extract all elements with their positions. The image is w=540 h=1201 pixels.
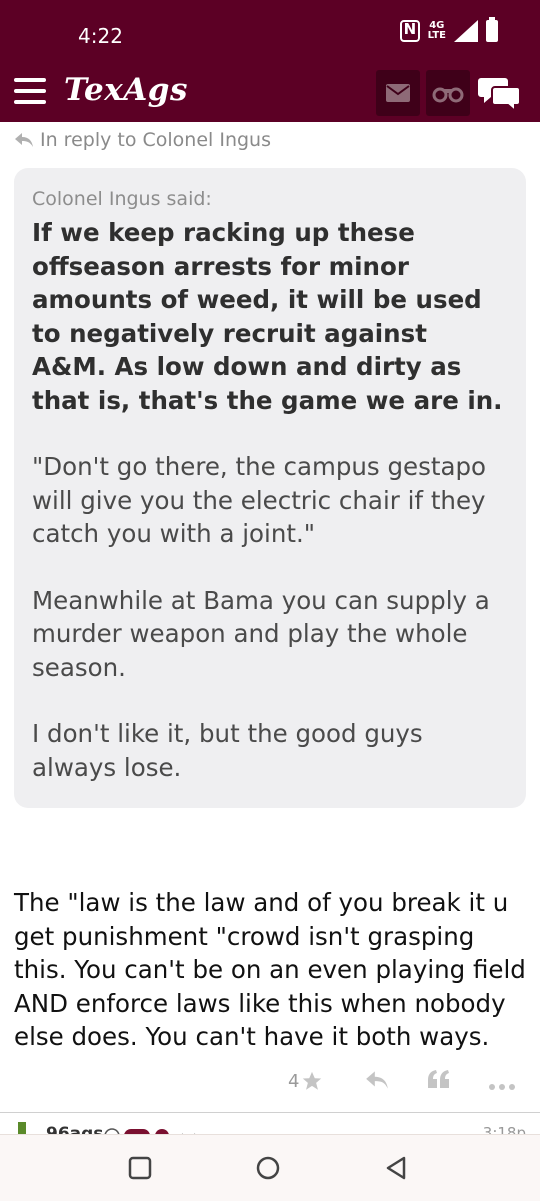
quote-bold-text: If we keep racking up these offseason ar…	[32, 218, 503, 415]
network-bottom-label: LTE	[427, 30, 446, 41]
network-label: 4G LTE	[428, 21, 446, 41]
quote-paragraph: "Don't go there, the campus gestapo will…	[32, 452, 487, 548]
mail-icon	[386, 84, 410, 102]
back-icon[interactable]	[382, 1153, 412, 1183]
signal-icon	[454, 20, 478, 42]
recents-icon[interactable]	[125, 1153, 155, 1183]
system-nav-bar	[0, 1134, 540, 1201]
messages-button[interactable]	[376, 70, 420, 116]
nfc-icon	[399, 20, 420, 42]
status-icons: 4G LTE	[399, 17, 498, 42]
rating-button[interactable]: 4	[288, 1070, 323, 1092]
quote-block: Colonel Ingus said: If we keep racking u…	[14, 168, 526, 808]
reply-button[interactable]	[364, 1068, 390, 1096]
more-options-button[interactable]	[488, 1076, 516, 1095]
star-icon	[303, 1071, 322, 1090]
status-bar: 4:22 4G LTE	[0, 0, 540, 64]
battery-icon	[486, 17, 498, 42]
quote-paragraph: Meanwhile at Bama you can supply a murde…	[32, 585, 490, 682]
home-icon[interactable]	[253, 1153, 283, 1183]
brand-logo[interactable]: TexAgs	[64, 72, 188, 108]
post-divider	[0, 1112, 540, 1113]
binoculars-icon	[432, 87, 464, 103]
reply-icon	[366, 1071, 388, 1089]
next-post-header[interactable]: 96ags ★★ 3:18p	[0, 1114, 540, 1136]
status-time: 4:22	[78, 24, 123, 48]
more-dots-icon	[489, 1084, 515, 1090]
reply-arrow-icon	[15, 133, 33, 147]
chat-bubbles-icon	[478, 78, 521, 112]
in-reply-to-label: In reply to Colonel Ingus	[40, 129, 271, 151]
post-body: The "law is the law and of you break it …	[14, 888, 526, 1051]
quote-icon	[428, 1070, 449, 1088]
in-reply-to[interactable]: In reply to Colonel Ingus	[14, 126, 271, 154]
quote-author: Colonel Ingus said:	[32, 188, 212, 210]
quote-paragraph: I don't like it, but the good guys alway…	[32, 719, 423, 782]
rating-count: 4	[288, 1070, 300, 1092]
watched-threads-button[interactable]	[426, 70, 470, 116]
post-actions: 4	[270, 1066, 530, 1100]
menu-icon[interactable]	[14, 78, 46, 104]
chat-button[interactable]	[478, 70, 522, 116]
app-header: TexAgs	[0, 64, 540, 122]
quote-button[interactable]	[426, 1068, 452, 1096]
